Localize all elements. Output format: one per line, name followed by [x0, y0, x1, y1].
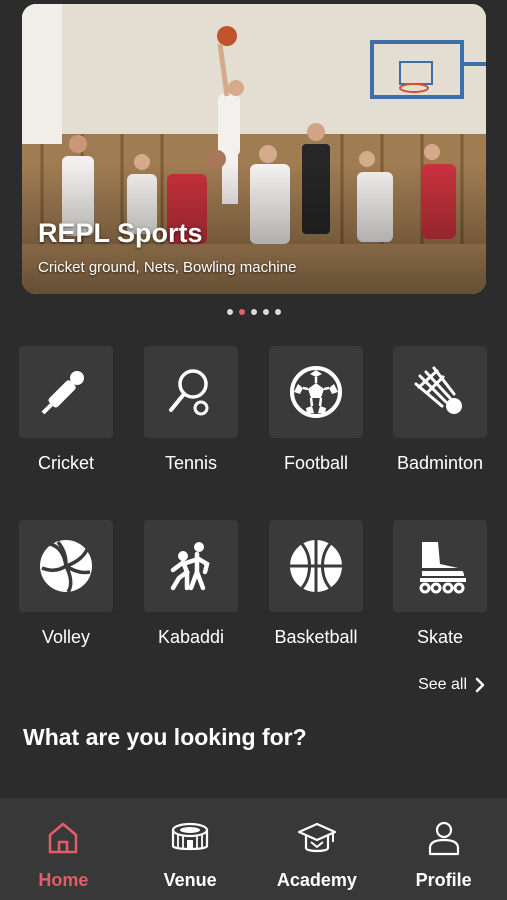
carousel-dot[interactable]	[250, 309, 257, 315]
sport-basketball[interactable]: Basketball	[269, 520, 363, 648]
roller-skate-icon	[419, 542, 466, 594]
cricket-bat-icon	[41, 371, 84, 415]
nav-item-profile[interactable]: Profile	[380, 798, 507, 900]
sport-kabaddi[interactable]: Kabaddi	[144, 520, 238, 648]
sport-label: Basketball	[274, 627, 358, 647]
nav-label: Profile	[415, 870, 472, 890]
kabaddi-icon	[170, 542, 210, 591]
section-heading: What are you looking for?	[23, 724, 307, 750]
sport-tile[interactable]	[393, 346, 487, 438]
user-icon	[428, 821, 459, 856]
chevron-right-icon	[475, 677, 485, 693]
carousel-dot[interactable]	[226, 309, 233, 315]
nav-label: Home	[38, 870, 89, 890]
carousel-dot[interactable]	[274, 309, 281, 315]
sport-tile[interactable]	[269, 346, 363, 438]
carousel-dot-active[interactable]	[238, 309, 245, 315]
sport-label: Badminton	[396, 453, 484, 473]
carousel-dot[interactable]	[262, 309, 269, 315]
carousel-indicator	[0, 309, 507, 317]
sport-tile[interactable]	[19, 346, 113, 438]
tennis-racket-icon	[169, 369, 209, 416]
sport-tennis[interactable]: Tennis	[144, 346, 238, 474]
see-all-link[interactable]: See all	[418, 676, 485, 694]
sport-cricket[interactable]: Cricket	[19, 346, 113, 474]
sport-label: Volley	[41, 627, 91, 647]
basketball-icon	[290, 540, 342, 592]
sport-label: Cricket	[37, 453, 94, 473]
sport-tile[interactable]	[144, 520, 238, 612]
volleyball-icon	[40, 540, 92, 593]
featured-venue-banner[interactable]: REPL Sports Cricket ground, Nets, Bowlin…	[22, 4, 486, 294]
sport-skate[interactable]: Skate	[393, 520, 487, 648]
bottom-navigation: Home Venue Academy Profile	[0, 798, 507, 900]
sport-football[interactable]: Football	[269, 346, 363, 474]
nav-item-venue[interactable]: Venue	[127, 798, 254, 900]
sport-label: Skate	[416, 627, 464, 647]
nav-item-academy[interactable]: Academy	[254, 798, 381, 900]
banner-photo	[22, 4, 486, 294]
graduation-cap-icon	[297, 822, 336, 853]
sport-label: Football	[283, 453, 349, 473]
nav-label: Academy	[276, 870, 357, 890]
nav-label: Venue	[163, 870, 217, 890]
see-all-label: See all	[418, 676, 467, 693]
sport-label: Kabaddi	[157, 627, 225, 647]
football-icon	[290, 366, 342, 418]
stadium-icon	[172, 822, 209, 851]
sport-tile[interactable]	[144, 346, 238, 438]
sport-volley[interactable]: Volley	[19, 520, 113, 648]
nav-item-home[interactable]: Home	[0, 798, 127, 900]
sport-badminton[interactable]: Badminton	[393, 346, 487, 474]
home-icon	[49, 822, 78, 854]
shuttlecock-icon	[414, 366, 462, 414]
banner-subtitle: Cricket ground, Nets, Bowling machine	[38, 259, 297, 276]
banner-title: REPL Sports	[38, 218, 203, 248]
sport-tile[interactable]	[19, 520, 113, 612]
sport-label: Tennis	[164, 453, 218, 473]
sport-tile[interactable]	[269, 520, 363, 612]
sport-tile[interactable]	[393, 520, 487, 612]
